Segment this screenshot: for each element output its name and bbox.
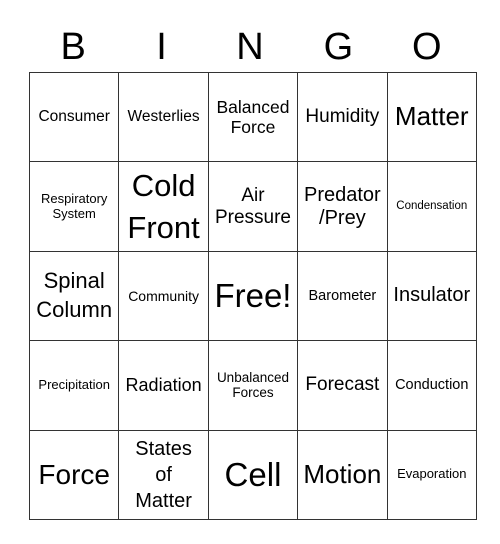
bingo-cell[interactable]: Forecast xyxy=(297,340,388,431)
card-row: Respiratory System Cold Front Air Pressure … xyxy=(28,161,477,252)
bingo-cell[interactable]: States of Matter xyxy=(118,429,209,520)
bingo-cell[interactable]: Spinal Column xyxy=(28,250,120,342)
cell-text: Unbalanced Forces xyxy=(216,369,289,401)
bingo-cell[interactable]: Condensation xyxy=(386,161,477,252)
cell-text: States of Matter xyxy=(135,437,192,512)
bingo-cell[interactable]: Barometer xyxy=(297,250,388,342)
bingo-cell[interactable]: Balanced Force xyxy=(207,71,299,163)
card-row: Force States of Matter Cell Motion Evapora… xyxy=(28,429,477,520)
cell-text: Respiratory System xyxy=(40,190,108,221)
cell-text: Air Pressure xyxy=(214,184,291,228)
cell-text: Spinal Column xyxy=(36,268,113,322)
bingo-cell[interactable]: Evaporation xyxy=(386,429,477,520)
bingo-cell[interactable]: Predator/Prey xyxy=(297,161,388,252)
bingo-cell[interactable]: Consumer xyxy=(28,71,120,163)
bingo-cell[interactable]: Unbalanced Forces xyxy=(207,340,299,431)
bingo-header: B I N G O xyxy=(29,22,471,72)
cell-text: Cold Front xyxy=(127,167,200,245)
header-letter-n: N xyxy=(236,26,264,68)
bingo-cell[interactable]: Insulator xyxy=(386,250,477,342)
header-letter-i: I xyxy=(156,26,167,68)
bingo-cell[interactable]: Force xyxy=(28,429,120,520)
cell-text: Balanced Force xyxy=(216,97,290,138)
bingo-cell[interactable]: Westerlies xyxy=(118,71,209,163)
bingo-cell[interactable]: Precipitation xyxy=(28,340,120,431)
bingo-cell[interactable]: Community xyxy=(118,250,209,342)
bingo-cell[interactable]: Radiation xyxy=(118,340,209,431)
bingo-cell[interactable]: Matter xyxy=(386,71,477,163)
card-row: Consumer Westerlies Balanced Force Humidi… xyxy=(28,71,477,163)
bingo-cell[interactable]: Respiratory System xyxy=(28,161,120,252)
bingo-cell[interactable]: Cold Front xyxy=(118,161,209,252)
bingo-cell[interactable]: Air Pressure xyxy=(207,161,299,252)
free-space-cell[interactable]: Free! xyxy=(207,250,299,342)
card-row: Spinal Column Community Free! Barometer I… xyxy=(28,250,477,342)
bingo-cell[interactable]: Humidity xyxy=(297,71,388,163)
header-letter-b: B xyxy=(60,26,86,68)
bingo-card-grid: Consumer Westerlies Balanced Force Humidi… xyxy=(28,71,477,520)
header-letter-o: O xyxy=(411,26,442,68)
header-letter-g: G xyxy=(323,26,354,68)
bingo-cell[interactable]: Conduction xyxy=(386,340,477,431)
bingo-cell[interactable]: Motion xyxy=(297,429,388,520)
cell-text: Predator/Prey xyxy=(304,183,381,229)
card-row: Precipitation Radiation Unbalanced Forces… xyxy=(28,340,477,431)
bingo-cell[interactable]: Cell xyxy=(207,429,299,520)
